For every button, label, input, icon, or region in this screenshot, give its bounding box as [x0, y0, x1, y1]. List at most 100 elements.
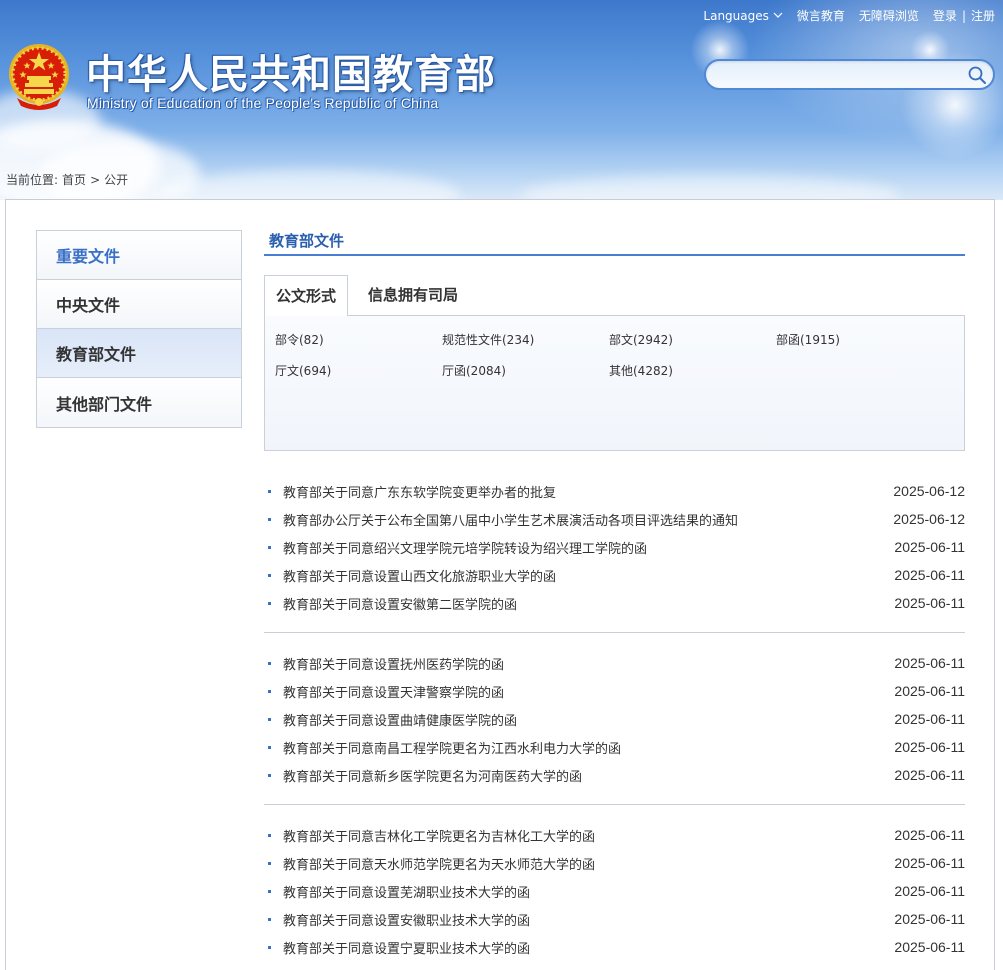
document-list-item[interactable]: 教育部关于同意南昌工程学院更名为江西水利电力大学的函 2025-06-11 [268, 733, 965, 761]
document-date: 2025-06-11 [894, 827, 965, 843]
filter-link[interactable]: 部函(1915) [776, 331, 943, 348]
document-date: 2025-06-11 [894, 855, 965, 871]
document-date: 2025-06-11 [894, 739, 965, 755]
sidebar-menu: 重要文件 中央文件 教育部文件 其他部门文件 [36, 230, 242, 428]
search-input[interactable] [718, 65, 958, 85]
cloud-decoration [520, 175, 900, 200]
bullet-icon [268, 917, 271, 921]
document-date: 2025-06-11 [894, 539, 965, 555]
bullet-icon [268, 773, 271, 777]
bullet-icon [268, 573, 271, 577]
document-title-link[interactable]: 教育部关于同意设置安徽职业技术大学的函 [283, 910, 530, 929]
document-list-item[interactable]: 教育部关于同意新乡医学院更名为河南医药大学的函 2025-06-11 [268, 761, 965, 789]
document-title-link[interactable]: 教育部关于同意设置曲靖健康医学院的函 [283, 710, 517, 729]
bullet-icon [268, 601, 271, 605]
site-title-chinese[interactable]: 中华人民共和国教育部 [86, 42, 496, 100]
sidebar-item-central-docs[interactable]: 中央文件 [37, 280, 241, 329]
bullet-icon [268, 861, 271, 865]
register-link[interactable]: 注册 [971, 7, 995, 24]
bullet-icon [268, 545, 271, 549]
document-list-item[interactable]: 教育部办公厅关于公布全国第八届中小学生艺术展演活动各项目评选结果的通知 2025… [268, 505, 965, 533]
bullet-icon [268, 489, 271, 493]
bullet-icon [268, 517, 271, 521]
document-date: 2025-06-11 [894, 595, 965, 611]
document-list-item[interactable]: 教育部关于同意广东东软学院变更举办者的批复 2025-06-12 [268, 477, 965, 505]
filter-link[interactable]: 部文(2942) [609, 331, 776, 348]
languages-dropdown[interactable]: Languages [703, 8, 783, 23]
document-date: 2025-06-11 [894, 883, 965, 899]
bullet-icon [268, 661, 271, 665]
document-title-link[interactable]: 教育部关于同意南昌工程学院更名为江西水利电力大学的函 [283, 738, 621, 757]
sidebar-item-important-docs[interactable]: 重要文件 [37, 231, 241, 280]
tab-document-form[interactable]: 公文形式 [264, 275, 348, 316]
bullet-icon [268, 717, 271, 721]
document-list-item[interactable]: 教育部关于同意设置宁夏职业技术大学的函 2025-06-11 [268, 933, 965, 961]
filter-panel: 部令(82) 规范性文件(234) 部文(2942) 部函(1915) 厅文(6… [264, 315, 965, 451]
login-link[interactable]: 登录 [933, 7, 957, 24]
document-list-item[interactable]: 教育部关于同意设置芜湖职业技术大学的函 2025-06-11 [268, 877, 965, 905]
document-title-link[interactable]: 教育部关于同意设置宁夏职业技术大学的函 [283, 938, 530, 957]
document-title-link[interactable]: 教育部关于同意设置芜湖职业技术大学的函 [283, 882, 530, 901]
document-title-link[interactable]: 教育部关于同意广东东软学院变更举办者的批复 [283, 482, 556, 501]
document-list-group: 教育部关于同意吉林化工学院更名为吉林化工大学的函 2025-06-11 教育部关… [264, 821, 965, 961]
bullet-icon [268, 889, 271, 893]
sidebar-item-other-dept-docs[interactable]: 其他部门文件 [37, 378, 241, 427]
breadcrumb: 当前位置: 首页 > 公开 [6, 171, 128, 188]
breadcrumb-home-link[interactable]: 首页 [62, 171, 86, 188]
document-date: 2025-06-12 [893, 511, 965, 527]
cloud-decoration [160, 170, 460, 200]
document-date: 2025-06-11 [894, 939, 965, 955]
site-title-english[interactable]: Ministry of Education of the People's Re… [87, 95, 438, 111]
bullet-icon [268, 833, 271, 837]
document-title-link[interactable]: 教育部关于同意设置抚州医药学院的函 [283, 654, 504, 673]
document-date: 2025-06-11 [894, 711, 965, 727]
document-list-item[interactable]: 教育部关于同意设置抚州医药学院的函 2025-06-11 [268, 649, 965, 677]
filter-link[interactable]: 规范性文件(234) [442, 331, 609, 348]
chevron-down-icon [773, 12, 783, 18]
top-navigation: Languages 微言教育 无障碍浏览 登录 | 注册 [703, 7, 995, 24]
search-icon[interactable] [967, 65, 987, 85]
weiyan-education-link[interactable]: 微言教育 [797, 7, 845, 24]
document-list-group: 教育部关于同意广东东软学院变更举办者的批复 2025-06-12 教育部办公厅关… [264, 477, 965, 617]
header-banner: 中华人民共和国教育部 Ministry of Education of the … [0, 0, 1003, 200]
document-title-link[interactable]: 教育部关于同意天水师范学院更名为天水师范大学的函 [283, 854, 595, 873]
list-divider [264, 804, 965, 805]
sidebar-item-moe-docs[interactable]: 教育部文件 [37, 329, 241, 378]
document-list-item[interactable]: 教育部关于同意吉林化工学院更名为吉林化工大学的函 2025-06-11 [268, 821, 965, 849]
filter-link[interactable]: 部令(82) [275, 331, 442, 348]
document-date: 2025-06-11 [894, 911, 965, 927]
document-title-link[interactable]: 教育部关于同意新乡医学院更名为河南医药大学的函 [283, 766, 582, 785]
document-list-item[interactable]: 教育部关于同意设置安徽职业技术大学的函 2025-06-11 [268, 905, 965, 933]
document-date: 2025-06-11 [894, 683, 965, 699]
document-list-item[interactable]: 教育部关于同意设置天津警察学院的函 2025-06-11 [268, 677, 965, 705]
search-box [704, 59, 995, 90]
document-title-link[interactable]: 教育部关于同意设置山西文化旅游职业大学的函 [283, 566, 556, 585]
document-list-item[interactable]: 教育部关于同意设置安徽第二医学院的函 2025-06-11 [268, 589, 965, 617]
section-title: 教育部文件 [264, 230, 965, 256]
content-area: 教育部文件 公文形式 信息拥有司局 部令(82) 规范性文件(234) 部文(2… [264, 230, 965, 961]
accessible-browse-link[interactable]: 无障碍浏览 [859, 7, 919, 24]
document-title-link[interactable]: 教育部关于同意设置天津警察学院的函 [283, 682, 504, 701]
document-title-link[interactable]: 教育部办公厅关于公布全国第八届中小学生艺术展演活动各项目评选结果的通知 [283, 510, 738, 529]
tab-bar: 公文形式 信息拥有司局 [264, 275, 965, 316]
document-title-link[interactable]: 教育部关于同意绍兴文理学院元培学院转设为绍兴理工学院的函 [283, 538, 647, 557]
tab-info-owner-dept[interactable]: 信息拥有司局 [368, 275, 458, 315]
main-panel: 重要文件 中央文件 教育部文件 其他部门文件 教育部文件 公文形式 信息拥有司局… [5, 199, 995, 970]
national-emblem-icon[interactable] [7, 42, 71, 110]
bullet-icon [268, 945, 271, 949]
document-date: 2025-06-11 [894, 655, 965, 671]
document-title-link[interactable]: 教育部关于同意吉林化工学院更名为吉林化工大学的函 [283, 826, 595, 845]
document-title-link[interactable]: 教育部关于同意设置安徽第二医学院的函 [283, 594, 517, 613]
filter-link[interactable]: 厅函(2084) [442, 362, 609, 379]
filter-link[interactable]: 其他(4282) [609, 362, 776, 379]
document-list-item[interactable]: 教育部关于同意天水师范学院更名为天水师范大学的函 2025-06-11 [268, 849, 965, 877]
languages-label: Languages [703, 8, 769, 23]
document-list-item[interactable]: 教育部关于同意绍兴文理学院元培学院转设为绍兴理工学院的函 2025-06-11 [268, 533, 965, 561]
breadcrumb-current-link[interactable]: 公开 [104, 171, 128, 188]
document-list-item[interactable]: 教育部关于同意设置曲靖健康医学院的函 2025-06-11 [268, 705, 965, 733]
breadcrumb-prefix: 当前位置: [6, 173, 59, 187]
document-list-item[interactable]: 教育部关于同意设置山西文化旅游职业大学的函 2025-06-11 [268, 561, 965, 589]
bullet-icon [268, 745, 271, 749]
page: 中华人民共和国教育部 Ministry of Education of the … [0, 0, 1003, 970]
filter-link[interactable]: 厅文(694) [275, 362, 442, 379]
